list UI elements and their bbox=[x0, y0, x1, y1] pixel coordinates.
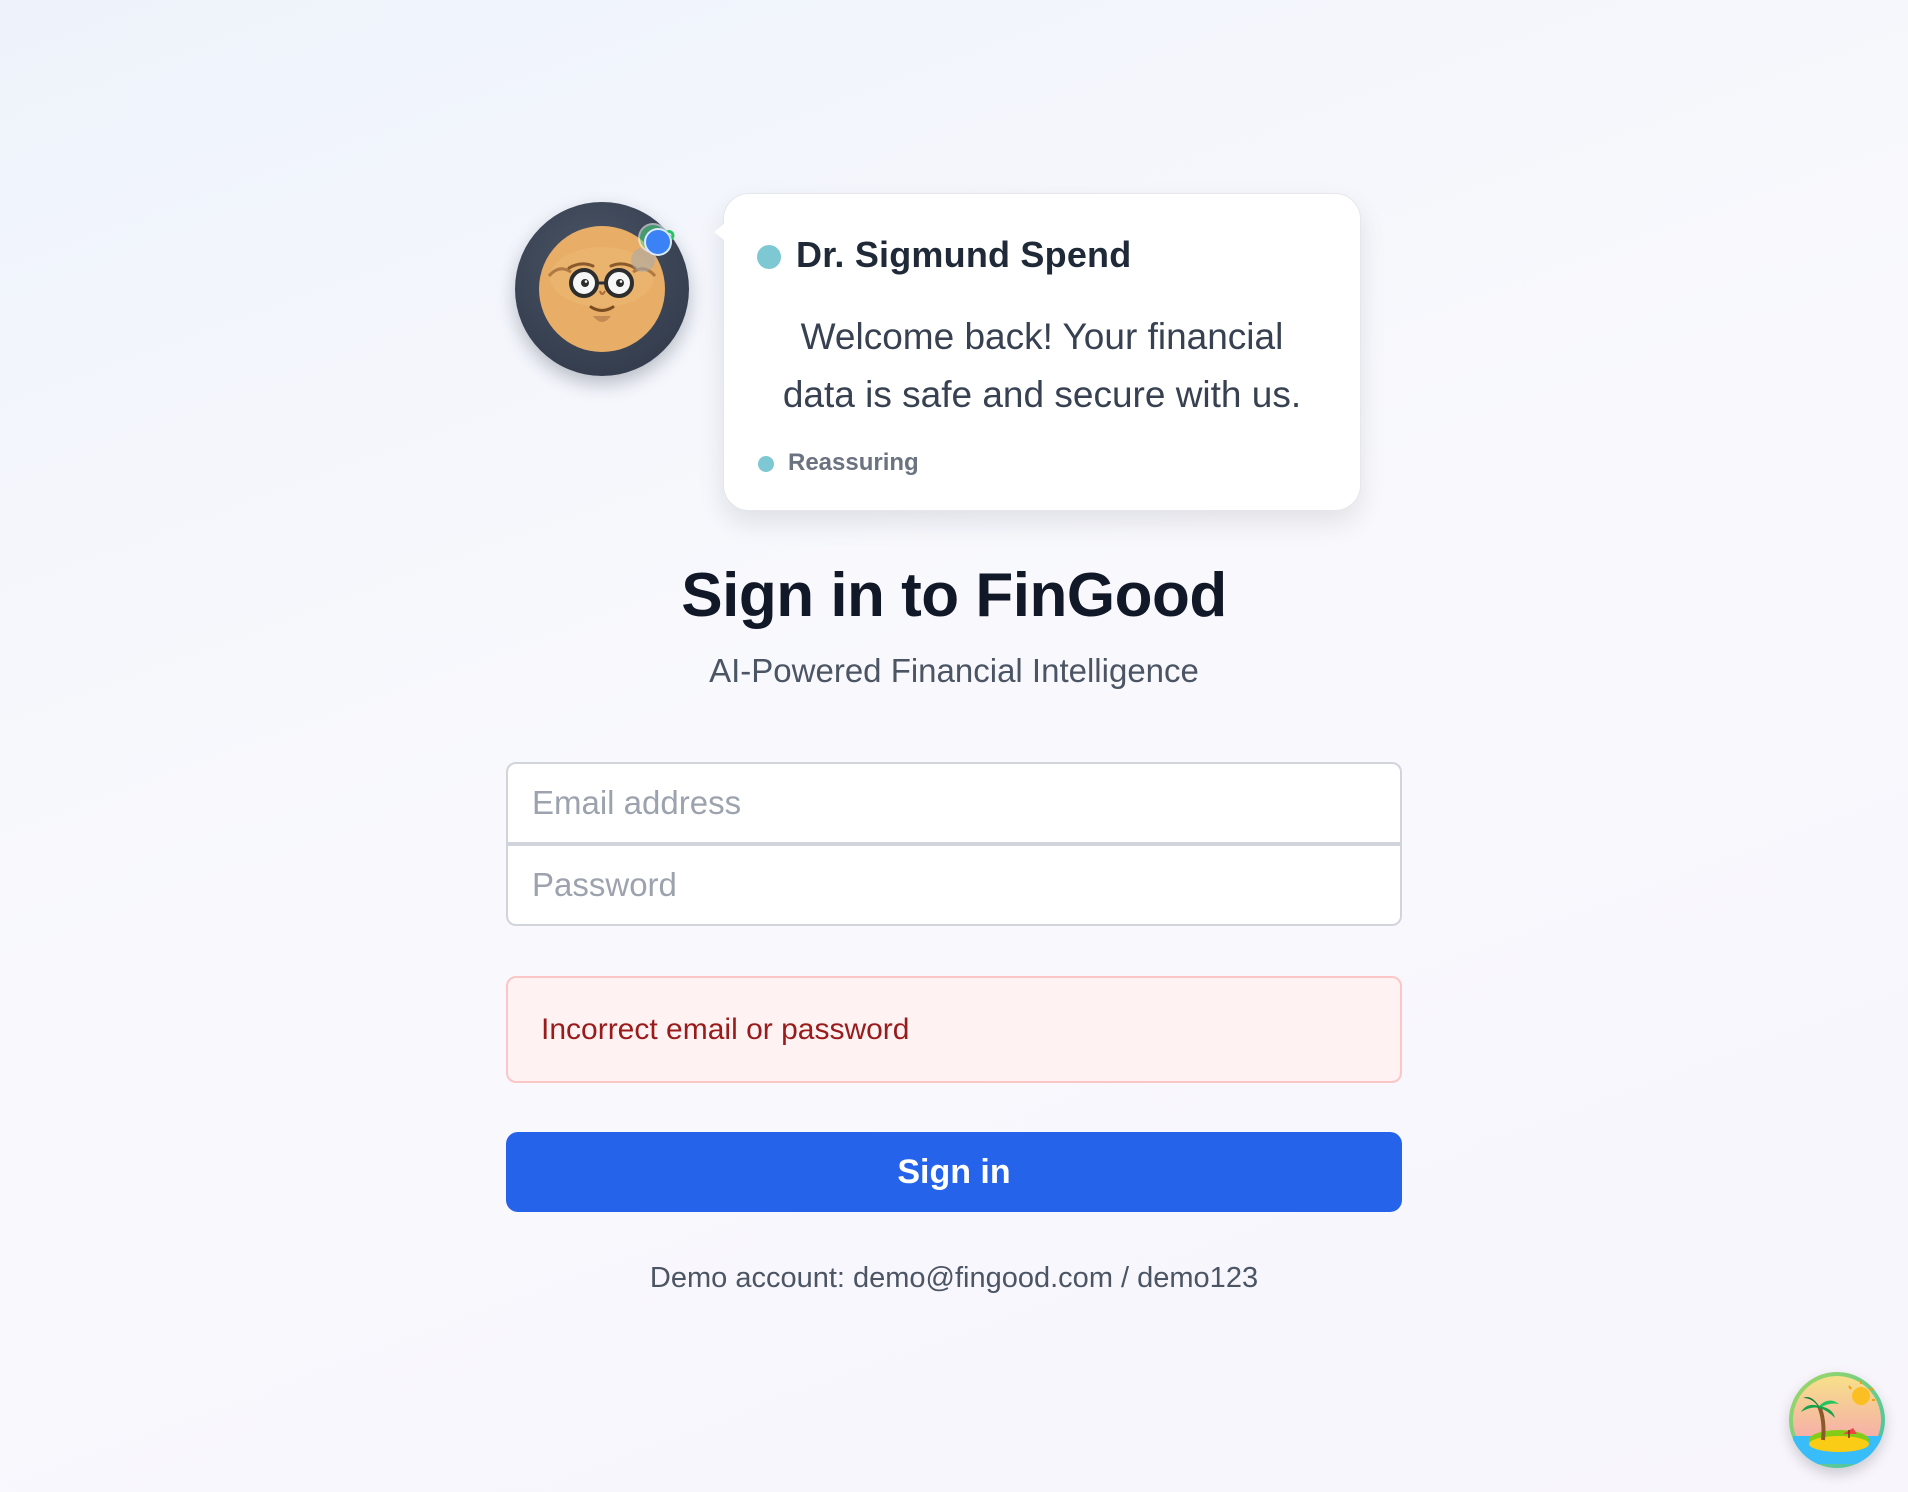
advisor-speech-bubble: Dr. Sigmund Spend Welcome back! Your fin… bbox=[714, 193, 1361, 511]
email-input[interactable] bbox=[506, 762, 1402, 844]
advisor-indicator-dot bbox=[757, 245, 781, 269]
advisor-avatar-icon bbox=[539, 223, 675, 352]
advisor-panel: Dr. Sigmund Spend Welcome back! Your fin… bbox=[515, 193, 1361, 513]
advisor-message: Welcome back! Your financial data is saf… bbox=[782, 316, 1302, 415]
advisor-avatar bbox=[515, 202, 689, 376]
error-alert: Incorrect email or password bbox=[506, 976, 1402, 1083]
page-subtitle: AI-Powered Financial Intelligence bbox=[709, 652, 1199, 689]
vacation-mode-button[interactable] bbox=[1789, 1372, 1885, 1468]
password-input[interactable] bbox=[506, 844, 1402, 926]
sign-in-button[interactable]: Sign in bbox=[506, 1132, 1402, 1212]
advisor-mood-label: Reassuring bbox=[788, 449, 919, 476]
online-status-dot bbox=[646, 230, 670, 254]
speech-bubble-tail bbox=[714, 224, 724, 240]
demo-account-note: Demo account: demo@fingood.com / demo123 bbox=[649, 1262, 1259, 1294]
page-title: Sign in to FinGood bbox=[681, 561, 1227, 630]
login-form bbox=[506, 762, 1402, 926]
vacation-island-icon bbox=[1793, 1376, 1881, 1464]
advisor-name: Dr. Sigmund Spend bbox=[796, 234, 1132, 275]
error-message: Incorrect email or password bbox=[541, 1013, 910, 1046]
mood-indicator-dot bbox=[758, 456, 774, 472]
